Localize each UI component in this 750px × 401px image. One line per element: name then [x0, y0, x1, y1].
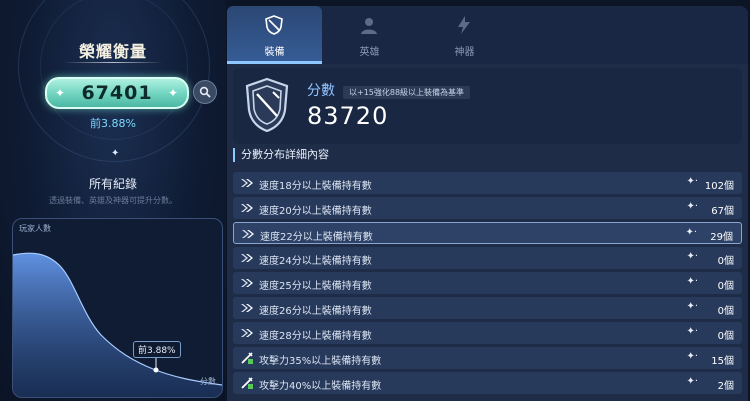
detail-row-value: 0個	[717, 331, 734, 342]
detail-row-label: 攻擊力40%以上裝備持有數	[259, 381, 382, 392]
sparkle-icon: ✦·	[686, 251, 698, 262]
equipment-icon	[265, 15, 283, 35]
tab-label: 神器	[454, 47, 475, 58]
honor-score-pill: ✦ 67401 ✦	[45, 77, 189, 109]
sparkle-icon: ✦·	[686, 326, 698, 337]
speed-icon	[241, 279, 253, 287]
sparkle-icon: ✦·	[685, 227, 697, 238]
distribution-curve	[13, 252, 222, 397]
sparkle-icon: ✦·	[686, 376, 698, 387]
detail-row[interactable]: 速度20分以上裝備持有數 ✦· 67個	[233, 197, 742, 219]
detail-row-label: 速度24分以上裝備持有數	[259, 256, 372, 267]
chart-y-label: 玩家人數	[19, 224, 51, 233]
all-records-hint: 透過裝備、英雄及神器可提升分數。	[49, 196, 177, 205]
detail-row[interactable]: 速度25分以上裝備持有數 ✦· 0個	[233, 272, 742, 294]
curve-area	[13, 253, 222, 397]
all-records-label: 所有紀錄	[88, 177, 137, 191]
speed-icon	[241, 304, 253, 312]
attack-icon	[241, 352, 253, 364]
left-panel: 榮耀衡量 ✦ 67401 ✦ 前3.88% ✦ 所有紀錄 透過裝備、英雄及神器可…	[0, 0, 226, 401]
sparkle-icon: ✦	[167, 86, 179, 100]
detail-row-label: 速度18分以上裝備持有數	[259, 181, 372, 192]
sparkle-icon: ✦·	[686, 276, 698, 287]
equipment-score-card: 分數 以+15強化88級以上裝備為基準 83720	[233, 68, 742, 144]
detail-row-value: 0個	[717, 306, 734, 317]
attack-icon	[241, 377, 253, 389]
detail-row[interactable]: 速度28分以上裝備持有數 ✦· 0個	[233, 322, 742, 344]
marker-dot	[153, 367, 159, 373]
honor-title: 榮耀衡量	[0, 38, 226, 63]
detail-row-label: 速度25分以上裝備持有數	[259, 281, 372, 292]
speed-icon	[241, 204, 253, 212]
speed-icon	[241, 329, 253, 337]
sparkle-icon: ✦	[55, 86, 67, 100]
tab-hero[interactable]: 英雄	[322, 6, 417, 64]
right-panel: 裝備 英雄 神器 分數 以+15強化88級以上裝備為基準 83720 分數分布詳…	[227, 6, 748, 401]
tab-label: 裝備	[264, 47, 285, 58]
detail-row[interactable]: 速度26分以上裝備持有數 ✦· 0個	[233, 297, 742, 319]
tab-artifact[interactable]: 神器	[417, 6, 512, 64]
detail-row-value: 0個	[717, 281, 734, 292]
detail-row-label: 攻擊力35%以上裝備持有數	[259, 356, 382, 367]
detail-row-value: 102個	[704, 181, 734, 192]
honor-score-value: 67401	[81, 82, 153, 104]
tab-equipment[interactable]: 裝備	[227, 6, 322, 64]
detail-row[interactable]: 速度22分以上裝備持有數 ✦· 29個	[233, 222, 742, 244]
detail-row-value: 2個	[717, 381, 734, 392]
chart-rank-marker: 前3.88%	[133, 341, 181, 358]
category-tabs: 裝備 英雄 神器	[227, 6, 748, 64]
detail-row-value: 0個	[717, 256, 734, 267]
score-detail-list: 速度18分以上裝備持有數 ✦· 102個速度20分以上裝備持有數 ✦· 67個速度22分…	[233, 172, 742, 397]
detail-row[interactable]: 速度24分以上裝備持有數 ✦· 0個	[233, 247, 742, 269]
speed-icon	[241, 254, 253, 262]
speed-icon	[241, 179, 253, 187]
detail-row-label: 速度26分以上裝備持有數	[259, 306, 372, 317]
sparkle-icon: ✦·	[686, 201, 698, 212]
tab-label: 英雄	[359, 47, 380, 58]
sparkle-icon: ✦·	[686, 176, 698, 187]
sparkle-icon: ✦·	[686, 351, 698, 362]
speed-icon	[242, 230, 254, 238]
detail-row[interactable]: 攻擊力35%以上裝備持有數 ✦· 15個	[233, 347, 742, 369]
player-distribution-chart: 玩家人數 前3.88% 分數	[12, 218, 223, 398]
detail-row[interactable]: 攻擊力40%以上裝備持有數 ✦· 2個	[233, 372, 742, 394]
sparkle-icon: ✦·	[686, 301, 698, 312]
detail-row-value: 15個	[711, 356, 734, 367]
detail-row-value: 67個	[711, 206, 734, 217]
star-icon: ✦	[111, 148, 120, 159]
detail-row-label: 速度28分以上裝備持有數	[259, 331, 372, 342]
score-detail-heading: 分數分布詳細內容	[233, 148, 329, 162]
detail-row-label: 速度20分以上裝備持有數	[259, 206, 372, 217]
honor-rank: 前3.88%	[90, 117, 136, 130]
hero-icon	[361, 18, 377, 34]
artifact-icon	[458, 16, 470, 34]
shield-icon	[245, 77, 289, 133]
chart-x-label: 分數	[200, 377, 216, 386]
detail-row[interactable]: 速度18分以上裝備持有數 ✦· 102個	[233, 172, 742, 194]
search-button[interactable]	[193, 80, 217, 104]
search-icon	[199, 86, 211, 98]
detail-row-value: 29個	[710, 232, 733, 243]
score-basis-badge: 以+15強化88級以上裝備為基準	[343, 86, 471, 99]
score-title: 分數	[307, 83, 335, 99]
score-value: 83720	[307, 102, 389, 130]
detail-row-label: 速度22分以上裝備持有數	[260, 232, 373, 243]
